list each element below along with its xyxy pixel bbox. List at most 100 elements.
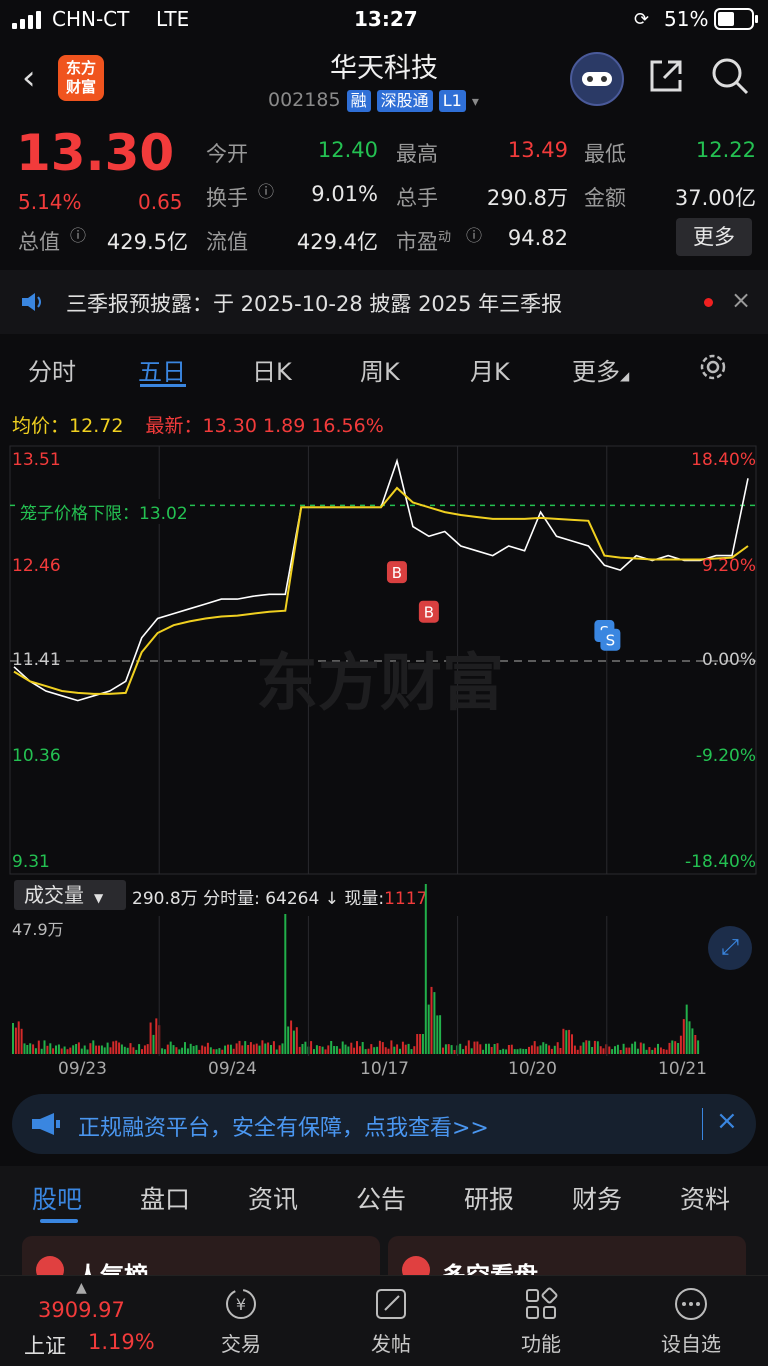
tab-more[interactable]: 更多◢ bbox=[572, 352, 629, 387]
tab-monthly-k[interactable]: 月K bbox=[470, 352, 510, 387]
change-amount: 0.65 bbox=[138, 190, 183, 214]
volume-bar bbox=[75, 1044, 78, 1054]
share-icon[interactable] bbox=[646, 56, 686, 96]
volume-bar bbox=[476, 1041, 479, 1054]
close-icon[interactable]: × bbox=[731, 286, 751, 314]
volume-bar bbox=[559, 1048, 562, 1054]
volume-bar bbox=[98, 1045, 100, 1054]
volume-panel[interactable]: 成交量 ▼ 290.8万 分时量: 64264 ↓ 现量:1117 47.9万 ⤢ bbox=[0, 878, 768, 1058]
open-label: 今开 bbox=[206, 142, 248, 166]
tab-weekly-k[interactable]: 周K bbox=[360, 352, 400, 387]
volume-bar bbox=[324, 1049, 327, 1054]
volume-bar bbox=[215, 1049, 218, 1054]
volume-bar bbox=[364, 1049, 367, 1054]
volume-bar bbox=[40, 1048, 43, 1054]
volume-bar bbox=[169, 1041, 172, 1054]
volume-bar bbox=[37, 1040, 40, 1054]
volume-bar bbox=[467, 1040, 470, 1054]
tab-five-day[interactable]: 五日 bbox=[138, 352, 186, 387]
volume-bar bbox=[270, 1045, 272, 1054]
latest-label: 最新： bbox=[145, 415, 203, 437]
volume-bar bbox=[295, 1027, 298, 1054]
nav-trade[interactable]: ¥ 交易 bbox=[196, 1286, 286, 1357]
volume-bar bbox=[439, 1015, 442, 1054]
avg-label: 均价： bbox=[12, 415, 70, 437]
tab-news[interactable]: 资讯 bbox=[248, 1180, 298, 1216]
more-button[interactable]: 更多 bbox=[676, 218, 752, 256]
index-value[interactable]: 3909.97 bbox=[38, 1298, 125, 1322]
notice-bar[interactable]: 三季报预披露：于 2025-10-28 披露 2025 年三季报 × bbox=[0, 270, 768, 334]
robot-assistant-icon[interactable] bbox=[570, 52, 624, 106]
network-type: LTE bbox=[156, 7, 190, 31]
volume-bar bbox=[473, 1041, 476, 1054]
volume-bar bbox=[178, 1049, 181, 1054]
volume-bar bbox=[490, 1047, 493, 1054]
volume-bar bbox=[387, 1048, 390, 1054]
close-icon[interactable]: × bbox=[716, 1106, 738, 1136]
volume-bar bbox=[278, 1045, 281, 1054]
nav-functions[interactable]: 功能 bbox=[496, 1286, 586, 1357]
x-tick: 09/23 bbox=[58, 1059, 107, 1079]
low-label: 最低 bbox=[584, 142, 626, 166]
volume-bar bbox=[287, 1026, 290, 1054]
volume-bar bbox=[129, 1043, 132, 1054]
tab-research[interactable]: 研报 bbox=[464, 1180, 514, 1216]
volume-label: 总手 bbox=[396, 186, 438, 210]
info-icon[interactable]: ⓘ bbox=[258, 178, 274, 202]
trade-marker-label: B bbox=[392, 564, 402, 582]
volume-bar bbox=[619, 1050, 622, 1054]
float-value: 429.4亿 bbox=[296, 230, 378, 254]
volume-bar bbox=[659, 1047, 662, 1054]
info-icon[interactable]: ⓘ bbox=[466, 222, 482, 246]
tab-profile[interactable]: 资料 bbox=[680, 1180, 730, 1216]
tab-daily-k[interactable]: 日K bbox=[252, 352, 292, 387]
nav-add-watchlist[interactable]: 设自选 bbox=[646, 1286, 736, 1357]
volume-bar bbox=[252, 1044, 255, 1054]
tab-forum[interactable]: 股吧 bbox=[32, 1180, 82, 1216]
settings-icon[interactable] bbox=[697, 351, 729, 383]
stock-code: 002185 bbox=[268, 89, 341, 111]
volume-bar bbox=[350, 1042, 353, 1054]
info-icon[interactable]: ⓘ bbox=[70, 222, 86, 246]
y-tick-right: 0.00% bbox=[701, 650, 756, 670]
volume-bar bbox=[115, 1040, 118, 1054]
volume-bar bbox=[376, 1046, 379, 1054]
nav-post[interactable]: 发帖 bbox=[346, 1286, 436, 1357]
price-chart[interactable]: BBSS 东方财富 13.51 12.46 11.41 10.36 9.31 1… bbox=[0, 444, 768, 876]
svg-text:¥: ¥ bbox=[236, 1295, 246, 1314]
volume-bar bbox=[573, 1045, 576, 1054]
battery-icon bbox=[714, 8, 758, 30]
volume-bar bbox=[60, 1048, 63, 1054]
index-name[interactable]: 上证 bbox=[24, 1330, 66, 1360]
volume-bar bbox=[487, 1043, 490, 1054]
volume-bar bbox=[206, 1042, 209, 1054]
open-value: 12.40 bbox=[317, 138, 378, 162]
expand-icon[interactable]: ⤢ bbox=[708, 926, 752, 970]
tab-intraday[interactable]: 分时 bbox=[28, 352, 76, 387]
high-label: 最高 bbox=[396, 142, 438, 166]
volume-bar bbox=[313, 1049, 315, 1054]
volume-bar bbox=[95, 1045, 98, 1054]
volume-bar bbox=[384, 1047, 387, 1054]
trade-marker-label: B bbox=[424, 604, 434, 622]
tab-announcements[interactable]: 公告 bbox=[356, 1180, 406, 1216]
index-percent[interactable]: 1.19% bbox=[88, 1330, 155, 1354]
edit-icon bbox=[376, 1289, 406, 1319]
search-icon[interactable] bbox=[710, 56, 750, 96]
quote-panel: 13.30 5.14% 0.65 今开 12.40 最高 13.49 最低 12… bbox=[0, 120, 768, 270]
volume-bar bbox=[608, 1046, 611, 1054]
volume-bar bbox=[370, 1044, 373, 1054]
volume-bar bbox=[141, 1049, 143, 1054]
volume-bar bbox=[49, 1043, 52, 1054]
volume-bar bbox=[496, 1043, 499, 1054]
promo-banner[interactable]: 正规融资平台，安全有保障，点我查看>> × bbox=[12, 1094, 756, 1154]
volume-bar bbox=[261, 1040, 264, 1054]
high-value: 13.49 bbox=[507, 138, 568, 162]
tab-orderbook[interactable]: 盘口 bbox=[140, 1180, 190, 1216]
latest-change: 1.89 bbox=[262, 415, 306, 437]
volume-bar bbox=[599, 1046, 602, 1054]
volume-bar bbox=[192, 1046, 195, 1054]
tab-financials[interactable]: 财务 bbox=[572, 1180, 622, 1216]
volume-bar bbox=[665, 1049, 668, 1054]
volume-bar bbox=[63, 1046, 66, 1054]
